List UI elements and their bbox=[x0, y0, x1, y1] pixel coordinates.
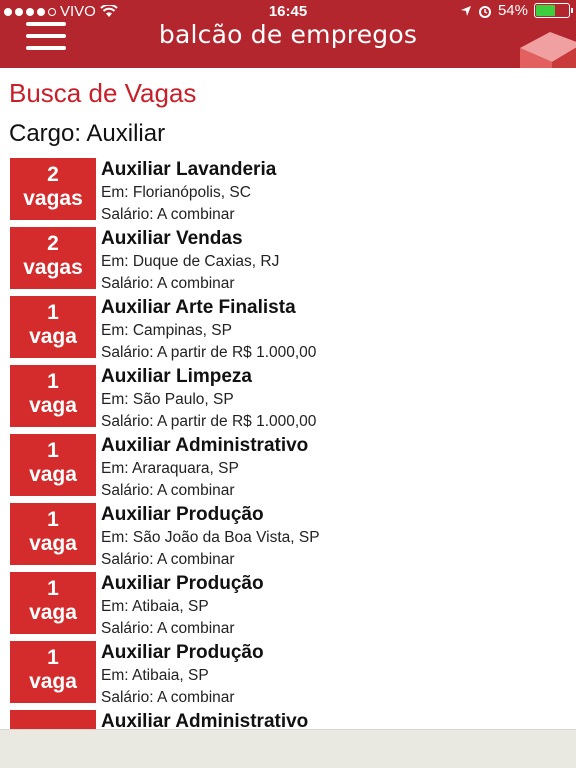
job-list-item[interactable]: 1 vaga Auxiliar Limpeza Em: São Paulo, S… bbox=[10, 365, 570, 434]
vacancy-count-badge: 1 vaga bbox=[10, 503, 96, 565]
job-title: Auxiliar Produção bbox=[101, 573, 264, 594]
vacancy-count-badge: 1 vaga bbox=[10, 296, 96, 358]
vacancy-count-badge: 1 vaga bbox=[10, 434, 96, 496]
cube-logo-icon bbox=[520, 32, 576, 68]
job-info: Auxiliar Administrativo bbox=[101, 710, 308, 730]
alarm-clock-icon bbox=[478, 5, 491, 18]
vacancy-count-badge bbox=[10, 710, 96, 730]
job-location: Em: Duque de Caxias, RJ bbox=[101, 253, 280, 270]
job-salary: Salário: A partir de R$ 1.000,00 bbox=[101, 413, 317, 430]
job-list[interactable]: 2 vagas Auxiliar Lavanderia Em: Florianó… bbox=[10, 158, 570, 730]
job-location: Em: São João da Boa Vista, SP bbox=[101, 529, 320, 546]
job-info: Auxiliar Lavanderia Em: Florianópolis, S… bbox=[101, 158, 276, 226]
job-location: Em: Atibaia, SP bbox=[101, 667, 209, 684]
battery-percent: 54% bbox=[497, 2, 528, 19]
job-title: Auxiliar Produção bbox=[101, 642, 264, 663]
job-list-item[interactable]: 1 vaga Auxiliar Produção Em: São João da… bbox=[10, 503, 570, 572]
status-bar: VIVO 16:45 54% bbox=[0, 0, 576, 22]
job-salary: Salário: A combinar bbox=[101, 551, 235, 568]
job-salary: Salário: A combinar bbox=[101, 275, 235, 292]
job-list-item[interactable]: 2 vagas Auxiliar Lavanderia Em: Florianó… bbox=[10, 158, 570, 227]
app-header: VIVO 16:45 54% balcão de empregos bbox=[0, 0, 576, 68]
search-cargo-label: Cargo: Auxiliar bbox=[9, 120, 166, 147]
job-info: Auxiliar Administrativo Em: Araraquara, … bbox=[101, 434, 308, 502]
job-title: Auxiliar Arte Finalista bbox=[101, 297, 296, 318]
location-arrow-icon bbox=[460, 5, 471, 16]
job-title: Auxiliar Administrativo bbox=[101, 435, 309, 456]
job-salary: Salário: A combinar bbox=[101, 620, 235, 637]
job-info: Auxiliar Produção Em: Atibaia, SP Salári… bbox=[101, 641, 264, 709]
job-salary: Salário: A combinar bbox=[101, 689, 235, 706]
job-title: Auxiliar Vendas bbox=[101, 228, 243, 249]
job-location: Em: São Paulo, SP bbox=[101, 391, 234, 408]
vacancy-count-badge: 1 vaga bbox=[10, 572, 96, 634]
job-title: Auxiliar Limpeza bbox=[101, 366, 252, 387]
job-list-item[interactable]: 1 vaga Auxiliar Produção Em: Atibaia, SP… bbox=[10, 572, 570, 641]
job-title: Auxiliar Lavanderia bbox=[101, 159, 277, 180]
job-location: Em: Araraquara, SP bbox=[101, 460, 239, 477]
status-right: 54% bbox=[460, 2, 573, 19]
job-info: Auxiliar Produção Em: Atibaia, SP Salári… bbox=[101, 572, 264, 640]
job-list-item[interactable]: 1 vaga Auxiliar Administrativo Em: Arara… bbox=[10, 434, 570, 503]
job-info: Auxiliar Produção Em: São João da Boa Vi… bbox=[101, 503, 320, 571]
vacancy-count-badge: 1 vaga bbox=[10, 365, 96, 427]
battery-icon bbox=[534, 3, 573, 18]
job-list-item[interactable]: 2 vagas Auxiliar Vendas Em: Duque de Cax… bbox=[10, 227, 570, 296]
bottom-bar bbox=[0, 729, 576, 768]
job-list-item[interactable]: 1 vaga Auxiliar Produção Em: Atibaia, SP… bbox=[10, 641, 570, 710]
job-location: Em: Campinas, SP bbox=[101, 322, 232, 339]
job-location: Em: Florianópolis, SC bbox=[101, 184, 251, 201]
job-salary: Salário: A combinar bbox=[101, 206, 235, 223]
job-info: Auxiliar Vendas Em: Duque de Caxias, RJ … bbox=[101, 227, 279, 295]
job-list-item[interactable]: Auxiliar Administrativo bbox=[10, 710, 570, 730]
job-salary: Salário: A combinar bbox=[101, 482, 235, 499]
vacancy-count-badge: 2 vagas bbox=[10, 227, 96, 289]
job-title: Auxiliar Produção bbox=[101, 504, 264, 525]
page-title: Busca de Vagas bbox=[9, 78, 197, 108]
vacancy-count-badge: 1 vaga bbox=[10, 641, 96, 703]
job-info: Auxiliar Limpeza Em: São Paulo, SP Salár… bbox=[101, 365, 316, 433]
job-info: Auxiliar Arte Finalista Em: Campinas, SP… bbox=[101, 296, 316, 364]
job-salary: Salário: A partir de R$ 1.000,00 bbox=[101, 344, 317, 361]
job-location: Em: Atibaia, SP bbox=[101, 598, 209, 615]
job-title: Auxiliar Administrativo bbox=[101, 711, 309, 730]
job-list-item[interactable]: 1 vaga Auxiliar Arte Finalista Em: Campi… bbox=[10, 296, 570, 365]
app-logo: balcão de empregos bbox=[158, 20, 418, 49]
vacancy-count-badge: 2 vagas bbox=[10, 158, 96, 220]
